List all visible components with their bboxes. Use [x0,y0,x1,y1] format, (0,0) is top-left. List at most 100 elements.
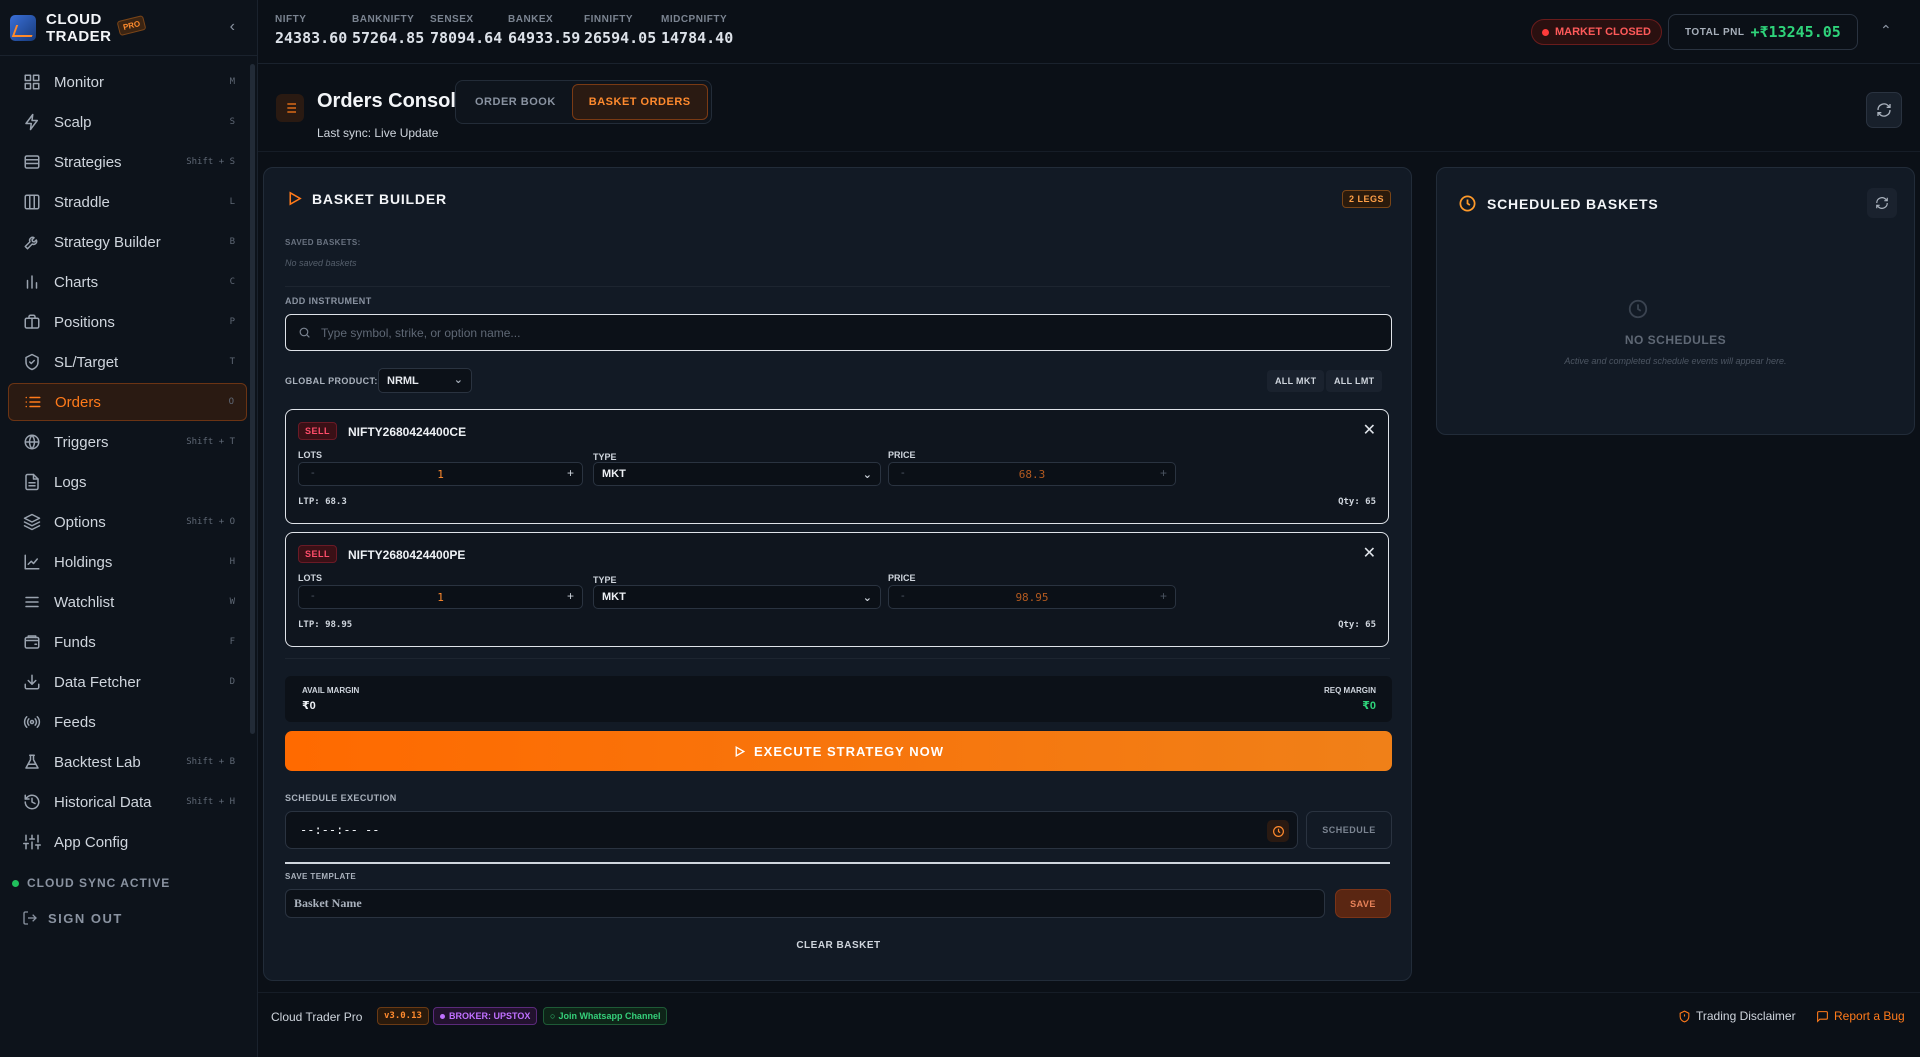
flask-icon [22,752,42,772]
ticker-name: MIDCPNIFTY [661,14,728,25]
sidebar-item-funds[interactable]: Funds F [8,623,247,661]
price-increment-button[interactable]: + [1160,589,1167,603]
scheduled-refresh-button[interactable] [1867,188,1897,218]
legs-count-badge: 2 LEGS [1341,190,1391,208]
lots-increment-button[interactable]: + [567,466,574,480]
shortcut-key: W [229,597,235,607]
remove-leg-close-icon[interactable]: ✕ [1363,543,1376,563]
chevron-up-icon[interactable]: ⌃ [1880,22,1892,39]
sidebar-item-historical-data[interactable]: Historical Data Shift + H [8,783,247,821]
shortcut-key: M [229,77,235,87]
report-bug-label: Report a Bug [1834,1009,1905,1023]
sidebar-item-charts[interactable]: Charts C [8,263,247,301]
history-icon [22,792,42,812]
sidebar-item-positions[interactable]: Positions P [8,303,247,341]
shortcut-key: Shift + T [186,437,235,447]
remove-leg-close-icon[interactable]: ✕ [1363,420,1376,440]
report-bug-link[interactable]: Report a Bug [1816,1009,1905,1023]
all-lmt-button[interactable]: ALL LMT [1326,370,1383,392]
total-pnl-value: +₹13245.05 [1750,23,1841,41]
schedule-button[interactable]: SCHEDULE [1306,811,1392,849]
lots-stepper[interactable]: - 1 + [298,585,583,609]
lots-value: 1 [437,591,444,604]
sign-out-button[interactable]: SIGN OUT [22,910,123,926]
footer: Cloud Trader Pro v3.0.13 BROKER: UPSTOX … [258,992,1920,1042]
sidebar-item-orders[interactable]: Orders O [8,383,247,421]
sidebar: CLOUD TRADER PRO ‹ Monitor M Scalp S Strateg… [0,0,258,1057]
schedule-time-input[interactable]: --:--:-- -- [285,811,1298,849]
sidebar-item-label: Watchlist [54,593,115,611]
refresh-button[interactable] [1866,92,1902,128]
shortcut-key: B [229,237,235,247]
sidebar-item-logs[interactable]: Logs [8,463,247,501]
whatsapp-channel-link[interactable]: ○ Join Whatsapp Channel [543,1007,668,1025]
sidebar-item-label: Backtest Lab [54,753,141,771]
sidebar-item-sl-target[interactable]: SL/Target T [8,343,247,381]
sidebar-scrollbar[interactable] [250,64,255,734]
sidebar-item-feeds[interactable]: Feeds [8,703,247,741]
sidebar-item-watchlist[interactable]: Watchlist W [8,583,247,621]
save-template-button[interactable]: SAVE [1335,889,1391,918]
clear-basket-button[interactable]: CLEAR BASKET [285,930,1392,960]
sidebar-item-data-fetcher[interactable]: Data Fetcher D [8,663,247,701]
sidebar-item-label: Feeds [54,713,96,731]
leg-side-badge: SELL [298,545,338,563]
tab-basket-orders[interactable]: BASKET ORDERS [571,84,708,120]
ticker-value: 14784.40 [661,29,734,47]
sidebar-item-triggers[interactable]: Triggers Shift + T [8,423,247,461]
download-icon [22,672,42,692]
price-increment-button[interactable]: + [1160,466,1167,480]
brand-name-line2: TRADER [46,27,112,45]
sidebar-item-backtest-lab[interactable]: Backtest Lab Shift + B [8,743,247,781]
trading-disclaimer-label: Trading Disclaimer [1696,1009,1796,1023]
lots-increment-button[interactable]: + [567,589,574,603]
basket-builder-panel: BASKET BUILDER 2 LEGS SAVED BASKETS: No … [263,167,1412,981]
sidebar-item-holdings[interactable]: Holdings H [8,543,247,581]
sidebar-item-straddle[interactable]: Straddle L [8,183,247,221]
leg-ltp: LTP: 68.3 [298,497,347,507]
price-stepper[interactable]: - 98.95 + [888,585,1176,609]
basket-name-input[interactable] [285,889,1325,918]
price-label: PRICE [888,450,916,460]
sidebar-item-strategy-builder[interactable]: Strategy Builder B [8,223,247,261]
shield-icon [1679,1009,1690,1022]
sync-status-label: CLOUD SYNC ACTIVE [27,876,171,890]
sidebar-item-app-config[interactable]: App Config [8,823,247,861]
global-product-select[interactable]: NRML ⌄ [378,368,472,393]
collapse-sidebar-chevron-icon[interactable]: ‹ [230,18,235,36]
briefcase-icon [22,312,42,332]
req-margin-value: ₹0 [1362,700,1376,712]
brand: CLOUD TRADER PRO ‹ [0,0,257,56]
clock-icon[interactable] [1267,820,1289,842]
execute-strategy-button[interactable]: EXECUTE STRATEGY NOW [285,731,1392,771]
ticker-value: 64933.59 [508,29,581,47]
bolt-icon [22,112,42,132]
ticker-bankex: BANKEX 64933.59 [508,14,580,47]
type-label: TYPE [593,575,617,585]
orders-list-icon [276,94,304,122]
sidebar-item-scalp[interactable]: Scalp S [8,103,247,141]
price-stepper[interactable]: - 68.3 + [888,462,1176,486]
sidebar-item-options[interactable]: Options Shift + O [8,503,247,541]
sidebar-item-label: Options [54,513,106,531]
columns-icon [22,192,42,212]
instrument-search-input[interactable] [321,325,1321,340]
view-tabs: ORDER BOOK BASKET ORDERS [455,80,712,124]
stack-icon [22,512,42,532]
ticker-finnifty: FINNIFTY 26594.05 [584,14,656,47]
shortcut-key: Shift + S [186,157,235,167]
price-value: 68.3 [1018,468,1046,481]
sidebar-item-strategies[interactable]: Strategies Shift + S [8,143,247,181]
all-mkt-button[interactable]: ALL MKT [1267,370,1325,392]
order-type-select[interactable]: MKT ⌄ [593,462,881,486]
lots-stepper[interactable]: - 1 + [298,462,583,486]
sidebar-item-monitor[interactable]: Monitor M [8,63,247,101]
trading-disclaimer-link[interactable]: Trading Disclaimer [1678,1009,1796,1023]
global-product-value: NRML [387,374,419,387]
tab-order-book[interactable]: ORDER BOOK [459,84,572,120]
sidebar-item-label: Logs [54,473,87,491]
order-type-select[interactable]: MKT ⌄ [593,585,881,609]
version-badge: v3.0.13 [377,1007,429,1025]
line-chart-icon [22,552,42,572]
menu-icon [22,592,42,612]
